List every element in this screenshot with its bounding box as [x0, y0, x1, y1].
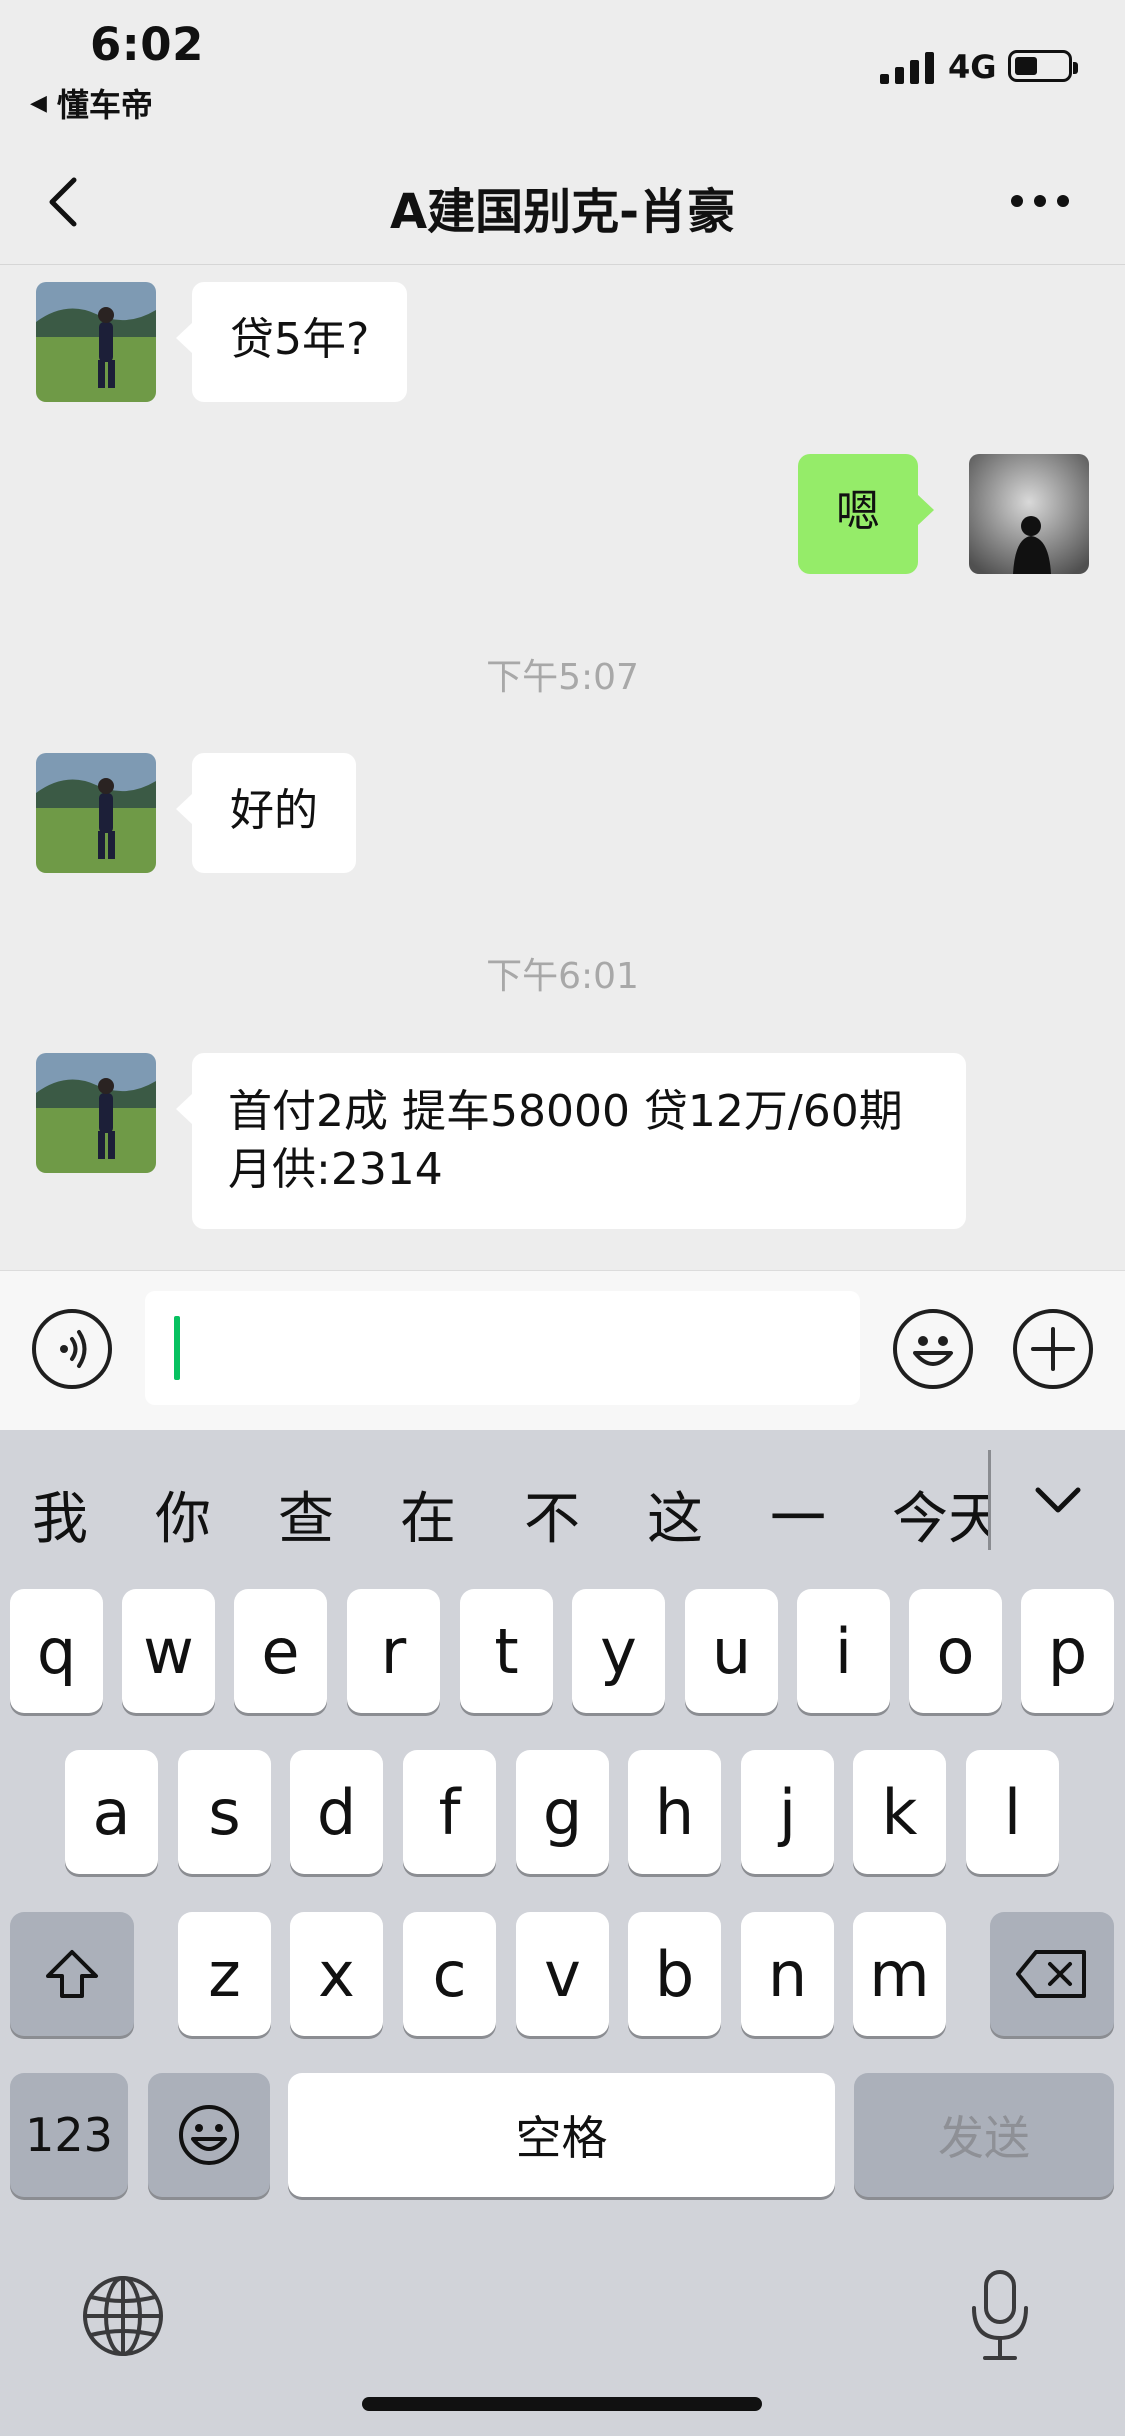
key-h[interactable]: h: [628, 1750, 721, 1874]
input-bar: [0, 1270, 1125, 1431]
candidate-word[interactable]: 我: [32, 1474, 88, 1555]
key-d[interactable]: d: [290, 1750, 383, 1874]
back-triangle-icon: ◀: [30, 90, 47, 116]
battery-icon: [1008, 50, 1078, 82]
status-time: 6:02: [90, 18, 204, 71]
candidate-word[interactable]: 这: [647, 1474, 703, 1555]
plus-button[interactable]: [1013, 1309, 1093, 1389]
text-caret: [174, 1316, 180, 1380]
keyboard: 我 你 查 在 不 这 一 今天 q w e r t y u i o p a s…: [0, 1430, 1125, 2436]
space-key-label: 空格: [515, 2111, 608, 2165]
message-input[interactable]: [145, 1291, 860, 1405]
send-key[interactable]: 发送: [854, 2073, 1114, 2197]
voice-button[interactable]: [32, 1309, 112, 1389]
shift-key[interactable]: [10, 1912, 134, 2036]
key-l[interactable]: l: [966, 1750, 1059, 1874]
key-p[interactable]: p: [1021, 1589, 1114, 1713]
key-c[interactable]: c: [403, 1912, 496, 2036]
key-u[interactable]: u: [685, 1589, 778, 1713]
backspace-key[interactable]: [990, 1912, 1114, 2036]
contact-avatar[interactable]: [36, 1053, 156, 1173]
microphone-icon[interactable]: [967, 2268, 1033, 2364]
key-w[interactable]: w: [122, 1589, 215, 1713]
key-j[interactable]: j: [741, 1750, 834, 1874]
back-app-label: 懂车帝: [56, 86, 153, 124]
candidate-word[interactable]: 在: [400, 1474, 456, 1555]
plus-icon: [1031, 1327, 1075, 1371]
key-b[interactable]: b: [628, 1912, 721, 2036]
key-r[interactable]: r: [347, 1589, 440, 1713]
key-t[interactable]: t: [460, 1589, 553, 1713]
candidate-word[interactable]: 今天: [892, 1474, 988, 1555]
contact-avatar[interactable]: [36, 282, 156, 402]
status-bar: 6:02 ◀ 懂车帝 4G: [0, 0, 1125, 140]
message-bubble[interactable]: 贷5年?: [175, 282, 408, 402]
key-e[interactable]: e: [234, 1589, 327, 1713]
key-z[interactable]: z: [178, 1912, 271, 2036]
numbers-key[interactable]: 123: [10, 2073, 128, 2197]
chat-title: A建国别克-肖豪: [389, 184, 736, 240]
key-x[interactable]: x: [290, 1912, 383, 2036]
emoji-key[interactable]: [148, 2073, 270, 2197]
candidate-divider: [988, 1450, 991, 1550]
back-to-app-link[interactable]: ◀ 懂车帝: [30, 80, 153, 126]
key-g[interactable]: g: [516, 1750, 609, 1874]
key-f[interactable]: f: [403, 1750, 496, 1874]
timestamp: 下午5:07: [486, 657, 639, 698]
candidate-word[interactable]: 不: [524, 1474, 580, 1555]
send-key-label: 发送: [938, 2111, 1030, 2165]
emoji-button[interactable]: [893, 1309, 973, 1389]
candidate-word[interactable]: 一: [770, 1474, 826, 1555]
key-i[interactable]: i: [797, 1589, 890, 1713]
emoji-icon: [913, 1336, 953, 1366]
message-bubble-self[interactable]: 嗯: [798, 454, 934, 574]
timestamp: 下午6:01: [486, 956, 639, 997]
self-avatar[interactable]: [969, 454, 1089, 574]
key-n[interactable]: n: [741, 1912, 834, 2036]
more-icon[interactable]: [1005, 176, 1075, 226]
chevron-down-icon[interactable]: [1028, 1470, 1088, 1530]
chat-header: A建国别克-肖豪: [0, 140, 1125, 265]
message-bubble[interactable]: 好的: [176, 753, 356, 873]
message-list[interactable]: 贷5年? 嗯 下午5:07 好的 下午6:01 首付2成 提车58000 贷12…: [0, 265, 1125, 1270]
key-o[interactable]: o: [909, 1589, 1002, 1713]
key-a[interactable]: a: [65, 1750, 158, 1874]
key-s[interactable]: s: [178, 1750, 271, 1874]
network-type: 4G: [948, 48, 997, 86]
key-y[interactable]: y: [572, 1589, 665, 1713]
key-q[interactable]: q: [10, 1589, 103, 1713]
globe-icon[interactable]: [80, 2273, 166, 2359]
message-bubble[interactable]: 首付2成 提车58000 贷12万/60期 月供:2314: [176, 1053, 966, 1229]
key-m[interactable]: m: [853, 1912, 946, 2036]
home-indicator[interactable]: [362, 2397, 762, 2411]
contact-avatar[interactable]: [36, 753, 156, 873]
numbers-key-label: 123: [25, 2108, 113, 2162]
emoji-key-icon: [179, 2105, 239, 2165]
signal-icon: [880, 52, 934, 84]
candidate-word[interactable]: 你: [155, 1474, 211, 1555]
shift-icon: [46, 1950, 98, 1998]
candidate-word[interactable]: 查: [278, 1474, 334, 1555]
space-key[interactable]: 空格: [288, 2073, 835, 2197]
key-k[interactable]: k: [853, 1750, 946, 1874]
backspace-icon: [1016, 1950, 1086, 1998]
candidate-bar: 我 你 查 在 不 这 一 今天: [0, 1430, 1125, 1580]
voice-icon: [60, 1330, 87, 1368]
key-v[interactable]: v: [516, 1912, 609, 2036]
